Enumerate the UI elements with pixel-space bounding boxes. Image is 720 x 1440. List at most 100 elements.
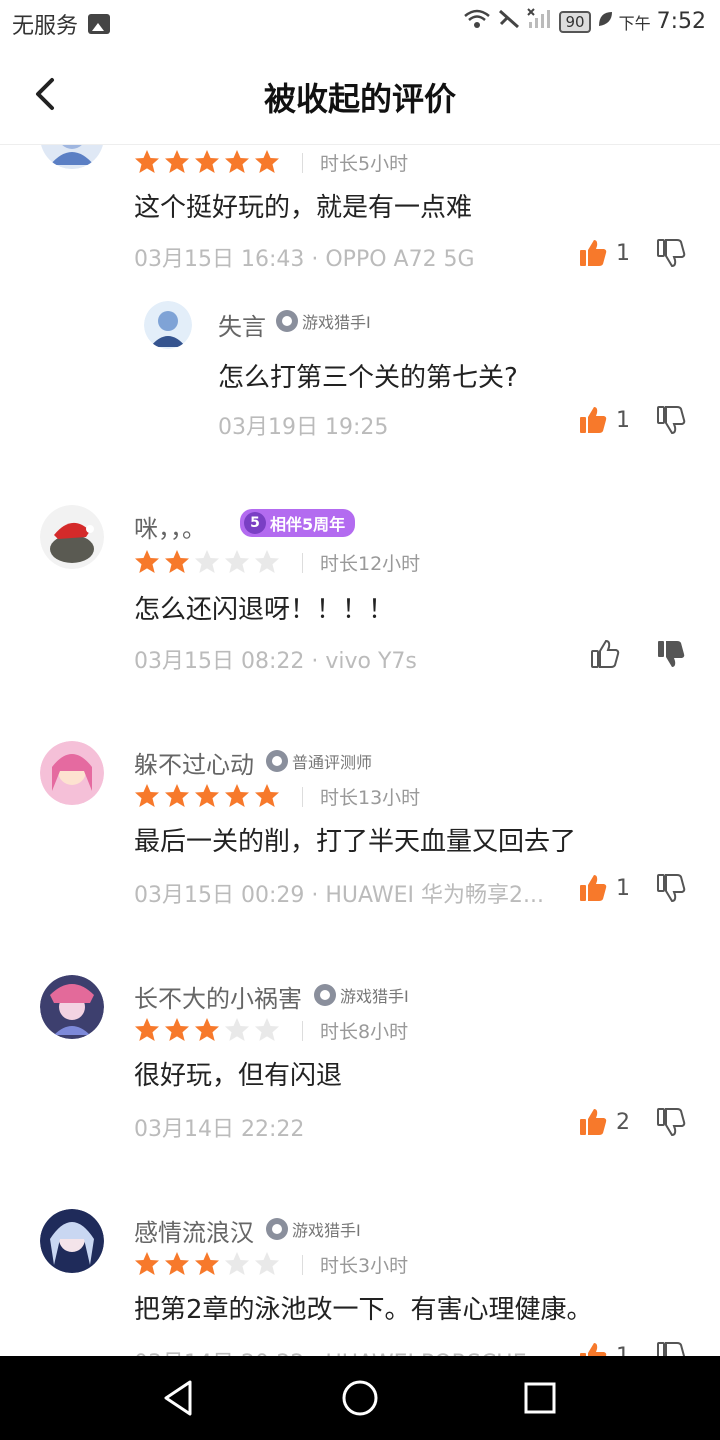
star-filled-icon <box>225 784 249 807</box>
avatar[interactable] <box>40 1209 104 1273</box>
divider <box>302 553 303 573</box>
like-count: 1 <box>616 240 630 266</box>
star-filled-icon <box>225 150 249 173</box>
like-button[interactable]: 1 <box>578 873 630 903</box>
star-rating <box>134 1251 280 1277</box>
star-empty-icon <box>255 1018 279 1041</box>
circle-home-icon <box>342 1380 378 1416</box>
username[interactable]: 长不大的小祸害 <box>134 979 302 1014</box>
triangle-back-icon <box>164 1380 192 1416</box>
anniversary-badge: 5 相伴5周年 <box>240 509 356 537</box>
thumbs-down-icon <box>657 239 686 268</box>
star-filled-icon <box>195 1018 219 1041</box>
badge-label: 游戏猎手I <box>340 987 409 1006</box>
thumbs-down-icon <box>657 874 686 903</box>
play-time: 时长8小时 <box>320 1021 409 1043</box>
play-time: 时长13小时 <box>320 787 421 809</box>
thumbs-up-icon <box>580 407 607 433</box>
star-filled-icon <box>165 150 189 173</box>
thumbs-up-icon <box>580 1343 607 1356</box>
review-meta: 03月15日 00:29 · HUAWEI 华为畅享2... <box>134 883 544 908</box>
star-filled-icon <box>135 150 159 173</box>
top-bar: 被收起的评价 <box>0 50 720 145</box>
thumbs-down-filled-icon <box>658 641 685 667</box>
carrier-label: 无服务 <box>12 14 79 39</box>
star-filled-icon <box>165 1252 189 1275</box>
anniversary-icon: 5 <box>244 512 266 534</box>
star-rating <box>134 549 280 575</box>
thumbs-down-icon <box>657 1108 686 1137</box>
star-empty-icon <box>255 1252 279 1275</box>
image-notification-icon <box>88 14 111 34</box>
like-button[interactable] <box>590 639 620 669</box>
review-text: 最后一关的削，打了半天血量又回去了 <box>134 827 577 857</box>
star-rating <box>134 1017 280 1043</box>
thumbs-down-icon <box>657 406 686 435</box>
user-badge: 游戏猎手I <box>314 983 409 1007</box>
star-filled-icon <box>165 1018 189 1041</box>
thumbs-up-icon <box>580 875 607 901</box>
username[interactable]: 失言 <box>218 307 266 342</box>
avatar[interactable] <box>144 301 192 349</box>
star-filled-icon <box>135 784 159 807</box>
review-text: 把第2章的泳池改一下。有害心理健康。 <box>134 1295 593 1325</box>
status-bar: 无服务 90 下午 7:52 <box>0 0 720 50</box>
thumbs-up-icon <box>580 1109 607 1135</box>
like-button[interactable]: 2 <box>578 1107 630 1137</box>
star-empty-icon <box>225 1018 249 1041</box>
star-empty-icon <box>225 1252 249 1275</box>
review-text: 怎么还闪退呀！！！！ <box>134 595 395 625</box>
avatar[interactable] <box>40 975 104 1039</box>
user-badge: 游戏猎手I <box>266 1217 361 1241</box>
dislike-button[interactable] <box>656 238 686 272</box>
dislike-button[interactable] <box>656 1107 686 1141</box>
square-recents-icon <box>524 1382 556 1414</box>
username[interactable]: 感情流浪汉 <box>134 1213 254 1248</box>
leaf-icon <box>597 10 613 33</box>
review-meta: 03月15日 08:22 · vivo Y7s <box>134 649 417 674</box>
star-filled-icon <box>195 1252 219 1275</box>
star-rating <box>134 783 280 809</box>
nav-recents-button[interactable] <box>516 1374 564 1422</box>
page-title: 被收起的评价 <box>263 80 456 118</box>
like-button[interactable]: 1 <box>578 1341 630 1356</box>
play-time: 时长5小时 <box>320 153 409 175</box>
avatar[interactable] <box>40 145 104 169</box>
review-text: 这个挺好玩的，就是有一点难 <box>134 193 473 223</box>
star-filled-icon <box>195 784 219 807</box>
dislike-button[interactable] <box>656 873 686 907</box>
thumbs-down-icon <box>657 1342 686 1356</box>
clock: 7:52 <box>656 9 706 34</box>
dislike-button[interactable] <box>656 1341 686 1356</box>
avatar[interactable] <box>40 505 104 569</box>
thumbs-up-icon <box>580 240 607 266</box>
review-meta: 03月15日 16:43 · OPPO A72 5G <box>134 247 475 272</box>
avatar[interactable] <box>40 741 104 805</box>
like-count: 1 <box>616 875 630 901</box>
play-time: 时长12小时 <box>320 553 421 575</box>
like-button[interactable]: 1 <box>578 405 630 435</box>
badge-label: 游戏猎手I <box>292 1221 361 1240</box>
thumbs-up-outline-icon <box>591 639 620 668</box>
dislike-button[interactable] <box>656 405 686 439</box>
star-rating <box>134 149 280 175</box>
wifi-icon <box>463 8 491 35</box>
review-meta: 03月14日 20:22 · HUAWEI PORSCHE <box>134 1345 527 1356</box>
username[interactable]: 咪，，。 <box>134 509 206 544</box>
star-filled-icon <box>135 1252 159 1275</box>
reply-text: 怎么打第三个关的第七关? <box>218 363 518 393</box>
review-list[interactable]: 时长5小时 这个挺好玩的，就是有一点难 03月15日 16:43 · OPPO … <box>0 145 720 1356</box>
dislike-button[interactable] <box>656 639 686 673</box>
battery-indicator: 90 <box>559 10 591 33</box>
no-call-icon <box>497 8 521 35</box>
reviewer-badge-icon <box>266 750 288 772</box>
nav-back-button[interactable] <box>156 1374 204 1422</box>
like-button[interactable]: 1 <box>578 238 630 268</box>
nav-home-button[interactable] <box>336 1374 384 1422</box>
user-badge: 5 相伴5周年 <box>240 509 356 537</box>
star-empty-icon <box>195 550 219 573</box>
divider <box>302 787 303 807</box>
star-empty-icon <box>255 550 279 573</box>
play-time: 时长3小时 <box>320 1255 409 1277</box>
username[interactable]: 躲不过心动 <box>134 745 254 780</box>
